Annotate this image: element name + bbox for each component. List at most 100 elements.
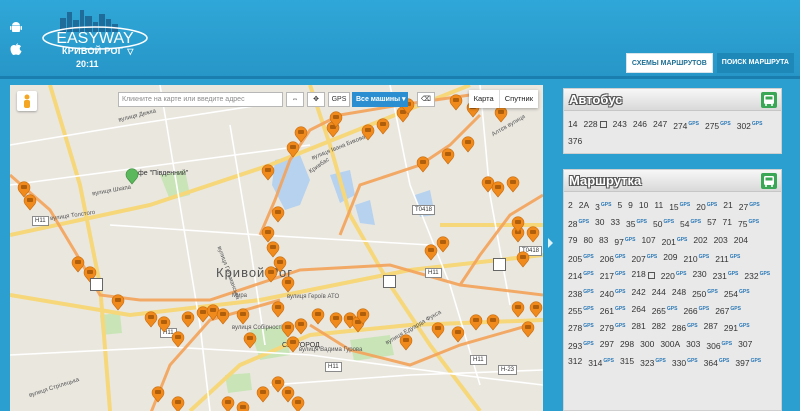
route-link[interactable]: 204 xyxy=(734,233,748,250)
route-link[interactable]: 83 xyxy=(599,233,608,250)
route-link[interactable]: 298 xyxy=(620,337,634,354)
panel-toggle-arrow-icon[interactable] xyxy=(548,238,553,248)
route-link[interactable]: 287 xyxy=(704,319,718,336)
vehicle-marker-icon[interactable] xyxy=(490,180,506,198)
route-link[interactable]: 307 xyxy=(738,337,752,354)
tab-route-schemes[interactable]: СХЕМЫ МАРШРУТОВ xyxy=(625,53,713,73)
vehicle-marker-icon[interactable] xyxy=(290,395,306,411)
route-link[interactable]: 71 xyxy=(723,215,732,232)
vehicle-marker-icon[interactable] xyxy=(398,333,414,351)
route-link[interactable]: 218 xyxy=(632,267,655,284)
vehicle-marker-icon[interactable] xyxy=(448,93,464,111)
route-link[interactable]: 246 xyxy=(633,117,647,134)
route-link[interactable]: 210GPS xyxy=(683,250,709,267)
route-link[interactable]: 243 xyxy=(613,117,627,134)
route-link[interactable]: 261GPS xyxy=(600,302,626,319)
vehicle-marker-icon[interactable] xyxy=(235,307,251,325)
eraser-icon[interactable]: ⌫ xyxy=(417,92,435,107)
vehicle-marker-icon[interactable] xyxy=(272,255,288,273)
vehicle-marker-icon[interactable] xyxy=(255,385,271,403)
route-link[interactable]: 242 xyxy=(632,285,646,302)
vehicle-marker-icon[interactable] xyxy=(450,325,466,343)
route-link[interactable]: 211GPS xyxy=(715,250,740,267)
vehicle-marker-icon[interactable] xyxy=(415,155,431,173)
route-link[interactable]: 30 xyxy=(595,215,604,232)
location-pin-icon[interactable] xyxy=(124,167,140,185)
route-link[interactable]: 209 xyxy=(663,250,677,267)
tab-route-search[interactable]: ПОИСК МАРШРУТА xyxy=(716,53,794,73)
route-link[interactable]: 267GPS xyxy=(715,302,741,319)
vehicle-marker-icon[interactable] xyxy=(22,193,38,211)
route-link[interactable]: 28GPS xyxy=(568,215,589,232)
vehicle-marker-icon[interactable] xyxy=(285,335,301,353)
vehicle-marker-icon[interactable] xyxy=(510,300,526,318)
vehicle-marker-icon[interactable] xyxy=(520,320,536,338)
route-link[interactable]: 300A xyxy=(660,337,680,354)
vehicle-marker-icon[interactable] xyxy=(525,225,541,243)
route-link[interactable]: 203 xyxy=(714,233,728,250)
route-link[interactable]: 230 xyxy=(692,267,706,284)
route-link[interactable]: 274GPS xyxy=(673,117,699,134)
vehicle-marker-icon[interactable] xyxy=(510,215,526,233)
route-link[interactable]: 282 xyxy=(652,319,666,336)
route-link[interactable]: 302GPS xyxy=(737,117,763,134)
route-link[interactable]: 376 xyxy=(568,134,582,150)
route-link[interactable]: 364GPS xyxy=(704,354,730,371)
vehicle-marker-icon[interactable] xyxy=(235,400,251,411)
route-link[interactable]: 107 xyxy=(641,233,655,250)
route-link[interactable]: 238GPS xyxy=(568,285,594,302)
route-link[interactable]: 79 xyxy=(568,233,577,250)
minibus-panel-header[interactable]: Маршрутка xyxy=(564,170,781,192)
route-link[interactable]: 33 xyxy=(611,215,620,232)
route-link[interactable]: 232GPS xyxy=(744,267,770,284)
depot-icon[interactable] xyxy=(493,258,506,271)
vehicle-marker-icon[interactable] xyxy=(170,395,186,411)
route-link[interactable]: 255GPS xyxy=(568,302,594,319)
depot-icon[interactable] xyxy=(383,275,396,288)
route-link[interactable]: 254GPS xyxy=(724,285,750,302)
vehicles-dropdown[interactable]: Все машины ▾ xyxy=(352,92,408,107)
fit-bounds-icon[interactable]: ⇔ xyxy=(286,92,304,107)
vehicle-marker-icon[interactable] xyxy=(215,307,231,325)
route-link[interactable]: 10 xyxy=(639,198,648,215)
route-link[interactable]: 315 xyxy=(620,354,634,371)
bus-panel-header[interactable]: Автобус xyxy=(564,89,781,111)
route-link[interactable]: 323GPS xyxy=(640,354,666,371)
route-link[interactable]: 5 xyxy=(617,198,622,215)
vehicle-marker-icon[interactable] xyxy=(468,313,484,331)
route-link[interactable]: 11 xyxy=(654,198,663,215)
vehicle-marker-icon[interactable] xyxy=(280,275,296,293)
route-link[interactable]: 2A xyxy=(579,198,589,215)
route-link[interactable]: 244 xyxy=(652,285,666,302)
vehicle-marker-icon[interactable] xyxy=(360,123,376,141)
route-link[interactable]: 206GPS xyxy=(600,250,626,267)
vehicle-marker-icon[interactable] xyxy=(375,117,391,135)
vehicle-marker-icon[interactable] xyxy=(515,250,531,268)
map-type-map[interactable]: Карта xyxy=(469,90,500,108)
route-link[interactable]: 303 xyxy=(686,337,700,354)
move-icon[interactable]: ✥ xyxy=(307,92,325,107)
route-link[interactable]: 278GPS xyxy=(568,319,594,336)
route-link[interactable]: 286GPS xyxy=(672,319,698,336)
address-search-input[interactable] xyxy=(118,92,283,107)
depot-icon[interactable] xyxy=(90,278,103,291)
vehicle-marker-icon[interactable] xyxy=(485,313,501,331)
vehicle-marker-icon[interactable] xyxy=(430,321,446,339)
route-link[interactable]: 228 xyxy=(583,117,607,134)
city-selector[interactable]: КРИВОЙ РОГ ▽ xyxy=(62,46,134,56)
map-type-satellite[interactable]: Спутник xyxy=(500,90,538,108)
route-link[interactable]: 97GPS xyxy=(614,233,635,250)
route-link[interactable]: 220GPS xyxy=(661,267,687,284)
vehicle-marker-icon[interactable] xyxy=(293,317,309,335)
vehicle-marker-icon[interactable] xyxy=(242,331,258,349)
route-link[interactable]: 2 xyxy=(568,198,573,215)
route-link[interactable]: 281 xyxy=(632,319,646,336)
route-link[interactable]: 35GPS xyxy=(626,215,647,232)
vehicle-marker-icon[interactable] xyxy=(528,300,543,318)
vehicle-marker-icon[interactable] xyxy=(270,300,286,318)
route-link[interactable]: 275GPS xyxy=(705,117,731,134)
map-view[interactable]: вулиця Дежка вулиця Толстого вулиця Шкап… xyxy=(10,85,543,411)
route-link[interactable]: 207GPS xyxy=(632,250,658,267)
vehicle-marker-icon[interactable] xyxy=(270,205,286,223)
vehicle-marker-icon[interactable] xyxy=(435,235,451,253)
